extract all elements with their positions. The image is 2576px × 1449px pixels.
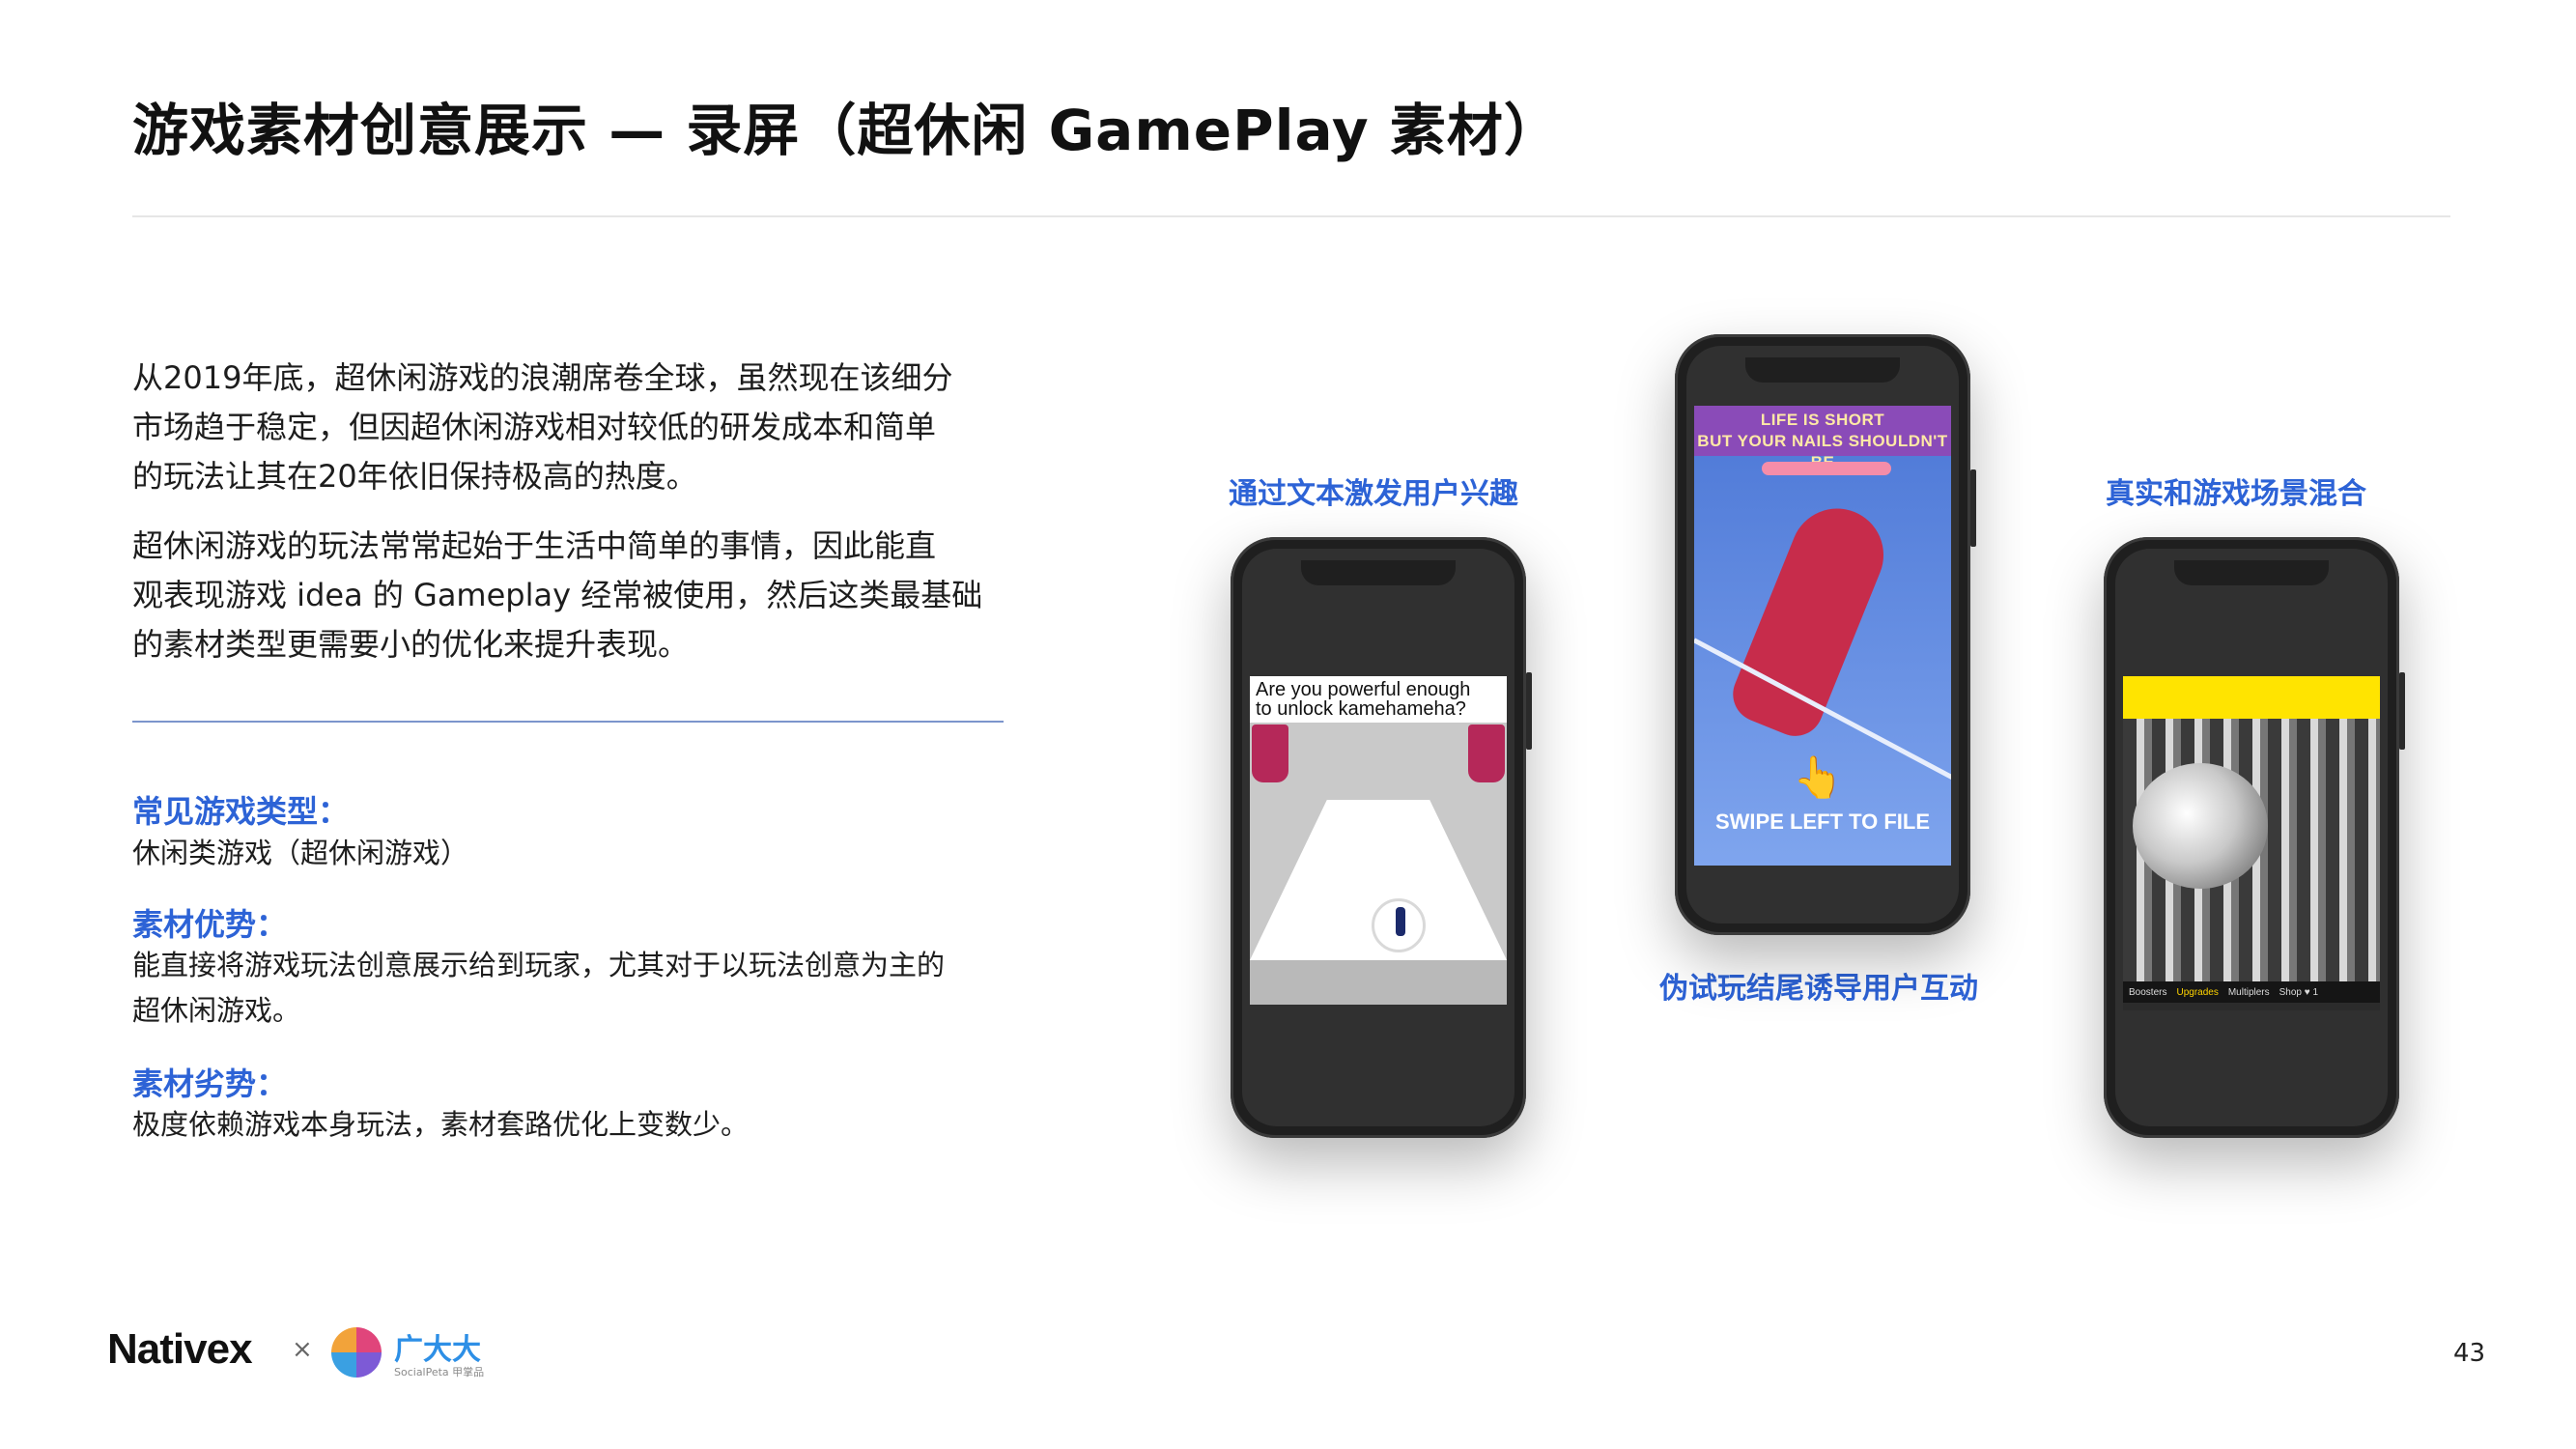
partner-logo-text: 广大大 [394,1333,481,1367]
question-line-2: to unlock kamehameha? [1256,698,1466,720]
intro-paragraph-1: 从2019年底，超休闲游戏的浪潮席卷全球，虽然现在该细分 市场趋于稳定，但因超休… [132,354,1002,501]
advantage-body: 能直接将游戏玩法创意展示给到玩家，尤其对于以玩法创意为主的 超休闲游戏。 [132,943,1021,1034]
game-ground [1250,960,1507,1005]
intro-p2-line-2: 观表现游戏 idea 的 Gameplay 经常被使用，然后这类最基础 [132,577,983,613]
menu-upgrades: Upgrades [2176,987,2219,998]
disadvantage-heading: 素材劣势： [132,1065,288,1102]
nativex-logo: Nativex [107,1325,253,1373]
right-phone-mockup: Boosters Upgrades Multiplers Shop ♥ 1 [2104,537,2405,1138]
phone-screen-frame: LIFE IS SHORT BUT YOUR NAILS SHOULDN'T B… [1686,346,1959,923]
page-number: 43 [2453,1339,2486,1368]
menu-shop: Shop ♥ 1 [2279,987,2319,998]
nail-graphic [1724,495,1898,745]
game-menu-bar: Boosters Upgrades Multiplers Shop ♥ 1 [2123,981,2380,1003]
intro-p2-line-3: 的素材类型更需要小的优化来提升表现。 [132,626,690,663]
left-phone-mockup: Are you powerful enough to unlock kameha… [1231,537,1532,1138]
advantage-line-1: 能直接将游戏玩法创意展示给到玩家，尤其对于以玩法创意为主的 [132,949,946,981]
phone-notch [1301,560,1456,585]
intro-p2-line-1: 超休闲游戏的玩法常常起始于生活中简单的事情，因此能直 [132,527,937,564]
screen-question-text: Are you powerful enough to unlock kameha… [1250,676,1507,723]
diamond-graphic [2133,763,2268,889]
game-banner: LIFE IS SHORT BUT YOUR NAILS SHOULDN'T B… [1694,406,1951,471]
intro-p1-line-1: 从2019年底，超休闲游戏的浪潮席卷全球，虽然现在该细分 [132,359,953,396]
yellow-top-bar [2123,676,2380,719]
menu-multipliers: Multiplers [2227,987,2270,998]
page-title: 游戏素材创意展示 — 录屏（超休闲 GamePlay 素材） [132,98,1561,163]
gameplay-screen-shredder: Boosters Upgrades Multiplers Shop ♥ 1 [2123,676,2380,1010]
swipe-instruction: SWIPE LEFT TO FILE [1714,810,1931,834]
left-phone-caption: 通过文本激发用户兴趣 [1229,477,1518,511]
phone-notch [1745,357,1900,383]
phone-side-button [2399,672,2405,750]
middle-phone-caption: 伪试玩结尾诱导用户互动 [1659,972,1978,1006]
phone-screen-frame: Are you powerful enough to unlock kameha… [1242,549,1514,1126]
player-character [1372,898,1426,952]
phone-side-button [1526,672,1532,750]
title-divider [132,215,2450,217]
enemy-crowd-left [1252,724,1288,782]
disadvantage-body: 极度依赖游戏本身玩法，素材套路优化上变数少。 [132,1108,750,1141]
types-heading: 常见游戏类型： [132,793,350,830]
pointing-hand-icon: 👆 [1793,753,1844,801]
socialpeta-logo-icon [331,1327,382,1378]
section-divider [132,721,1004,723]
advantage-heading: 素材优势： [132,906,288,943]
menu-boosters: Boosters [2129,987,2167,998]
gameplay-screen-kamehameha: Are you powerful enough to unlock kameha… [1250,676,1507,1005]
phone-screen-frame: Boosters Upgrades Multiplers Shop ♥ 1 [2115,549,2388,1126]
phone-notch [2174,560,2329,585]
enemy-crowd-right [1468,724,1505,782]
intro-p1-line-2: 市场趋于稳定，但因超休闲游戏相对较低的研发成本和简单 [132,409,937,445]
intro-p1-line-3: 的玩法让其在20年依旧保持极高的热度。 [132,458,697,495]
banner-line-1: LIFE IS SHORT [1760,411,1885,429]
advantage-line-2: 超休闲游戏。 [132,994,301,1027]
question-line-1: Are you powerful enough [1256,679,1471,700]
types-body: 休闲类游戏（超休闲游戏） [132,837,469,869]
middle-phone-mockup: LIFE IS SHORT BUT YOUR NAILS SHOULDN'T B… [1675,334,1976,935]
progress-bar [1762,462,1891,475]
partner-logo-subtext: SocialPeta 甲掌品 [394,1366,485,1378]
phone-side-button [1970,469,1976,547]
logo-separator: × [292,1335,313,1364]
right-phone-caption: 真实和游戏场景混合 [2106,477,2366,511]
gameplay-screen-nails: LIFE IS SHORT BUT YOUR NAILS SHOULDN'T B… [1694,406,1951,866]
intro-paragraph-2: 超休闲游戏的玩法常常起始于生活中简单的事情，因此能直 观表现游戏 idea 的 … [132,522,1002,669]
